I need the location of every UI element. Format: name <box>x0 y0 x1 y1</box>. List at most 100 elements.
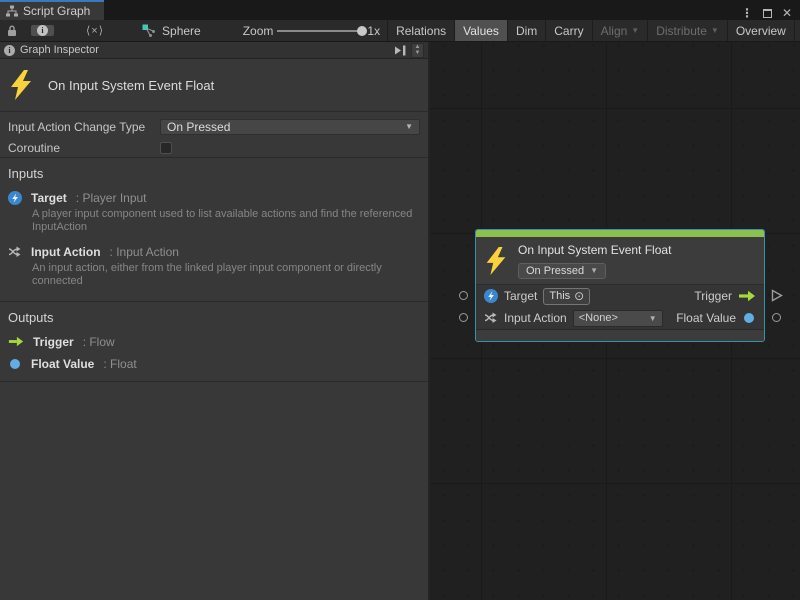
tab-script-graph[interactable]: Script Graph <box>0 0 104 20</box>
input-port-target[interactable] <box>459 291 468 300</box>
node-title: On Input System Event Float <box>518 243 671 257</box>
tab-title: Script Graph <box>23 4 90 18</box>
inspector-properties: Input Action Change Type On Pressed ▼ Co… <box>0 112 428 158</box>
lightning-bolt-icon <box>486 247 506 275</box>
graph-canvas[interactable]: On Input System Event Float On Pressed ▼… <box>430 42 800 600</box>
close-icon[interactable]: ✕ <box>782 7 792 19</box>
inputs-section: Inputs Target : Player Input A player in… <box>0 158 428 302</box>
code-view-icon: ⟨×⟩ <box>86 24 104 37</box>
chevron-down-icon: ▼ <box>711 26 719 35</box>
node-on-input-system-event-float[interactable]: On Input System Event Float On Pressed ▼… <box>475 229 765 342</box>
object-picker-icon[interactable]: ⊙ <box>574 290 584 302</box>
chevron-down-icon: ▼ <box>405 122 413 131</box>
chevron-down-icon: ▼ <box>590 266 598 275</box>
graph-breadcrumb[interactable]: Sphere <box>135 20 208 41</box>
tab-bar: Script Graph ⋮ ✕ <box>0 0 800 20</box>
list-item: Target : Player Input <box>8 191 414 205</box>
float-dot-icon <box>10 359 20 369</box>
scroll-stepper[interactable]: ▲▼ <box>411 43 424 58</box>
lock-button[interactable] <box>0 20 24 41</box>
align-button[interactable]: Align▼ <box>592 20 648 41</box>
graph-inspector-panel: i Graph Inspector ▲▼ On Input System Eve… <box>0 42 428 600</box>
distribute-button[interactable]: Distribute▼ <box>647 20 727 41</box>
inspector-title: Graph Inspector <box>20 44 388 56</box>
port-name: Input Action <box>31 245 101 259</box>
dock-panel-icon[interactable] <box>393 45 406 56</box>
window-menu-icon[interactable]: ⋮ <box>741 6 753 20</box>
lock-icon <box>7 25 17 37</box>
event-type-dropdown[interactable]: On Pressed ▼ <box>518 263 606 279</box>
outputs-heading: Outputs <box>8 310 414 325</box>
carry-button[interactable]: Carry <box>545 20 591 41</box>
inputs-heading: Inputs <box>8 166 414 181</box>
input-port-input-action[interactable] <box>459 313 468 322</box>
list-item: Trigger : Flow <box>8 335 414 349</box>
port-type: : Float <box>103 357 136 371</box>
maximize-icon[interactable] <box>763 9 772 18</box>
output-port-float-value[interactable] <box>772 313 781 322</box>
port-label-float-value: Float Value <box>676 311 736 325</box>
player-input-icon <box>484 289 498 303</box>
graph-toolbar: i ⟨×⟩ Sphere Zoom 1x Relations Values Di <box>0 20 800 42</box>
port-type: : Player Input <box>76 191 147 205</box>
chevron-down-icon: ▼ <box>649 314 657 323</box>
graph-name-label: Sphere <box>162 24 201 38</box>
graph-inspector-header: i Graph Inspector ▲▼ <box>0 42 428 59</box>
relations-button[interactable]: Relations <box>387 20 454 41</box>
info-icon: i <box>37 25 48 36</box>
flow-arrow-icon <box>8 336 24 347</box>
list-item: Float Value : Float <box>8 357 414 371</box>
port-type: : Flow <box>83 335 115 349</box>
node-header: On Input System Event Float On Pressed ▼ <box>476 237 764 285</box>
coroutine-label: Coroutine <box>8 141 160 155</box>
coroutine-checkbox[interactable] <box>160 142 172 154</box>
zoom-value: 1x <box>367 24 380 38</box>
float-dot-icon <box>744 313 754 323</box>
port-name: Target <box>31 191 67 205</box>
values-button[interactable]: Values <box>454 20 507 41</box>
input-action-icon <box>8 245 22 259</box>
port-label-input-action: Input Action <box>504 311 567 325</box>
window-controls: ⋮ ✕ <box>741 6 800 20</box>
inspector-toggle-button[interactable]: i <box>24 20 61 41</box>
port-label-trigger: Trigger <box>694 289 732 303</box>
fullscreen-button[interactable]: Full Screen <box>794 20 800 41</box>
graph-icon <box>142 24 156 37</box>
code-view-button[interactable]: ⟨×⟩ <box>79 20 111 41</box>
chevron-down-icon: ▼ <box>415 50 421 56</box>
chevron-down-icon: ▼ <box>631 26 639 35</box>
change-type-dropdown[interactable]: On Pressed ▼ <box>160 119 420 135</box>
port-name: Float Value <box>31 357 94 371</box>
dim-button[interactable]: Dim <box>507 20 545 41</box>
script-graph-window: Script Graph ⋮ ✕ i ⟨×⟩ <box>0 0 800 600</box>
inspector-node-header: On Input System Event Float <box>0 59 428 112</box>
port-name: Trigger <box>33 335 74 349</box>
port-label-target: Target <box>504 289 537 303</box>
zoom-label: Zoom <box>243 24 274 38</box>
node-footer <box>476 329 764 341</box>
port-row-input-action-float: Input Action <None> ▼ Float Value <box>476 307 764 329</box>
change-type-label: Input Action Change Type <box>8 120 160 134</box>
zoom-control: Zoom 1x <box>236 20 387 41</box>
info-icon: i <box>4 45 15 56</box>
overview-button[interactable]: Overview <box>727 20 794 41</box>
list-item: Input Action : Input Action <box>8 245 414 259</box>
flow-arrow-icon <box>738 290 756 302</box>
zoom-slider[interactable] <box>277 30 363 32</box>
target-object-field[interactable]: This ⊙ <box>543 288 590 305</box>
port-description: A player input component used to list av… <box>32 208 414 235</box>
outputs-section: Outputs Trigger : Flow Float Value : Flo… <box>0 302 428 382</box>
output-port-trigger[interactable] <box>771 289 783 302</box>
node-accent-bar <box>476 230 764 237</box>
port-description: An input action, either from the linked … <box>32 262 414 289</box>
zoom-slider-handle[interactable] <box>357 26 367 36</box>
toolbar-buttons: Relations Values Dim Carry Align▼ Distri… <box>387 20 800 41</box>
graph-tab-icon <box>6 5 18 17</box>
port-row-target-trigger: Target This ⊙ Trigger <box>476 285 764 307</box>
lightning-bolt-icon <box>10 70 32 100</box>
inspector-node-title: On Input System Event Float <box>48 78 214 93</box>
input-action-dropdown[interactable]: <None> ▼ <box>573 310 663 327</box>
player-input-icon <box>8 191 22 205</box>
port-type: : Input Action <box>110 245 179 259</box>
input-action-icon <box>484 311 498 325</box>
